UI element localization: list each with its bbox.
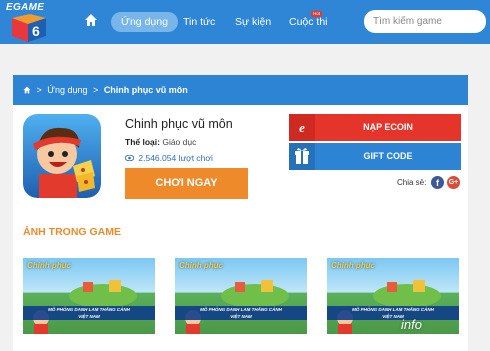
breadcrumb-current-page: Chinh phục vũ môn bbox=[103, 85, 188, 95]
svg-text:6: 6 bbox=[32, 23, 40, 39]
nav-su-kien[interactable]: Sự kiện bbox=[235, 12, 271, 32]
banner-line-2: VIỆT NAM bbox=[230, 314, 252, 319]
search-input[interactable]: Tìm kiếm game bbox=[364, 10, 486, 33]
gift-code-button[interactable]: GIFT CODE bbox=[289, 143, 461, 170]
play-count-text: 2.546.054 lượt chơi bbox=[138, 153, 213, 163]
ecoin-icon: e bbox=[289, 114, 315, 141]
breadcrumb-home-icon[interactable] bbox=[23, 86, 31, 94]
facebook-share-icon[interactable]: f bbox=[431, 176, 444, 189]
breadcrumb-separator: > bbox=[36, 85, 42, 95]
gift-code-label: GIFT CODE bbox=[363, 151, 413, 161]
nav-tin-tuc[interactable]: Tin tức bbox=[183, 12, 215, 32]
game-app-icon bbox=[23, 114, 101, 198]
game-genre: Thể loại: Giáo dục bbox=[125, 137, 196, 147]
island-illustration bbox=[337, 280, 441, 334]
game-screenshot[interactable]: Chinh phục MÔ PHỎNG DANH LAM THẮNG CẢNH … bbox=[175, 258, 307, 334]
share-label: Chia sẻ: bbox=[397, 178, 427, 187]
breadcrumb: > Ứng dụng > Chinh phục vũ môn bbox=[13, 75, 468, 105]
game-screenshot[interactable]: Chinh phục MÔ PHỎNG DANH LAM THẮNG CẢNH … bbox=[327, 258, 459, 334]
hot-badge: Hot bbox=[311, 11, 323, 17]
genre-value: Giáo dục bbox=[162, 137, 197, 147]
play-now-button[interactable]: CHƠI NGAY bbox=[125, 168, 248, 199]
home-icon[interactable] bbox=[84, 13, 98, 27]
screenshot-banner: MÔ PHỎNG DANH LAM THẮNG CẢNH VIỆT NAM bbox=[327, 306, 459, 320]
banner-line-2: VIỆT NAM bbox=[382, 314, 404, 319]
breadcrumb-separator: > bbox=[93, 85, 99, 95]
screenshot-banner: MÔ PHỎNG DANH LAM THẮNG CẢNH VIỆT NAM bbox=[23, 306, 155, 320]
island-illustration bbox=[33, 280, 137, 334]
nav-ung-dung[interactable]: Ứng dụng bbox=[111, 12, 178, 32]
eye-icon bbox=[125, 155, 134, 161]
banner-line-2: VIỆT NAM bbox=[78, 314, 100, 319]
watermark: info bbox=[401, 317, 422, 332]
top-up-ecoin-button[interactable]: e NẠP ECOIN bbox=[289, 114, 461, 141]
banner-line-1: MÔ PHỎNG DANH LAM THẮNG CẢNH bbox=[200, 307, 282, 312]
game-detail-panel: Chinh phục vũ môn Thể loại: Giáo dục 2.5… bbox=[13, 105, 468, 351]
game-screenshot[interactable]: Chinh phục MÔ PHỎNG DANH LAM THẮNG CẢNH … bbox=[23, 258, 155, 334]
genre-label: Thể loại: bbox=[125, 137, 160, 147]
top-navigation-bar: EGAME 6 Ứng dụng Tin tức Sự kiện Cuộc th… bbox=[0, 0, 490, 44]
banner-line-1: MÔ PHỎNG DANH LAM THẮNG CẢNH bbox=[48, 307, 130, 312]
cube-logo-icon: 6 bbox=[12, 14, 46, 42]
breadcrumb-ung-dung[interactable]: Ứng dụng bbox=[47, 75, 87, 105]
island-illustration bbox=[185, 280, 289, 334]
screenshots-section-title: ẢNH TRONG GAME bbox=[23, 226, 121, 238]
play-count: 2.546.054 lượt chơi bbox=[125, 153, 213, 163]
egame-logo[interactable]: EGAME 6 bbox=[6, 2, 52, 46]
ecoin-label: NẠP ECOIN bbox=[363, 122, 413, 132]
game-title: Chinh phục vũ môn bbox=[125, 117, 233, 131]
gift-icon bbox=[289, 143, 315, 170]
banner-line-1: MÔ PHỎNG DANH LAM THẮNG CẢNH bbox=[352, 307, 434, 312]
google-plus-share-icon[interactable]: G+ bbox=[447, 176, 460, 189]
logo-text: EGAME bbox=[6, 2, 45, 13]
screenshot-banner: MÔ PHỎNG DANH LAM THẮNG CẢNH VIỆT NAM bbox=[175, 306, 307, 320]
